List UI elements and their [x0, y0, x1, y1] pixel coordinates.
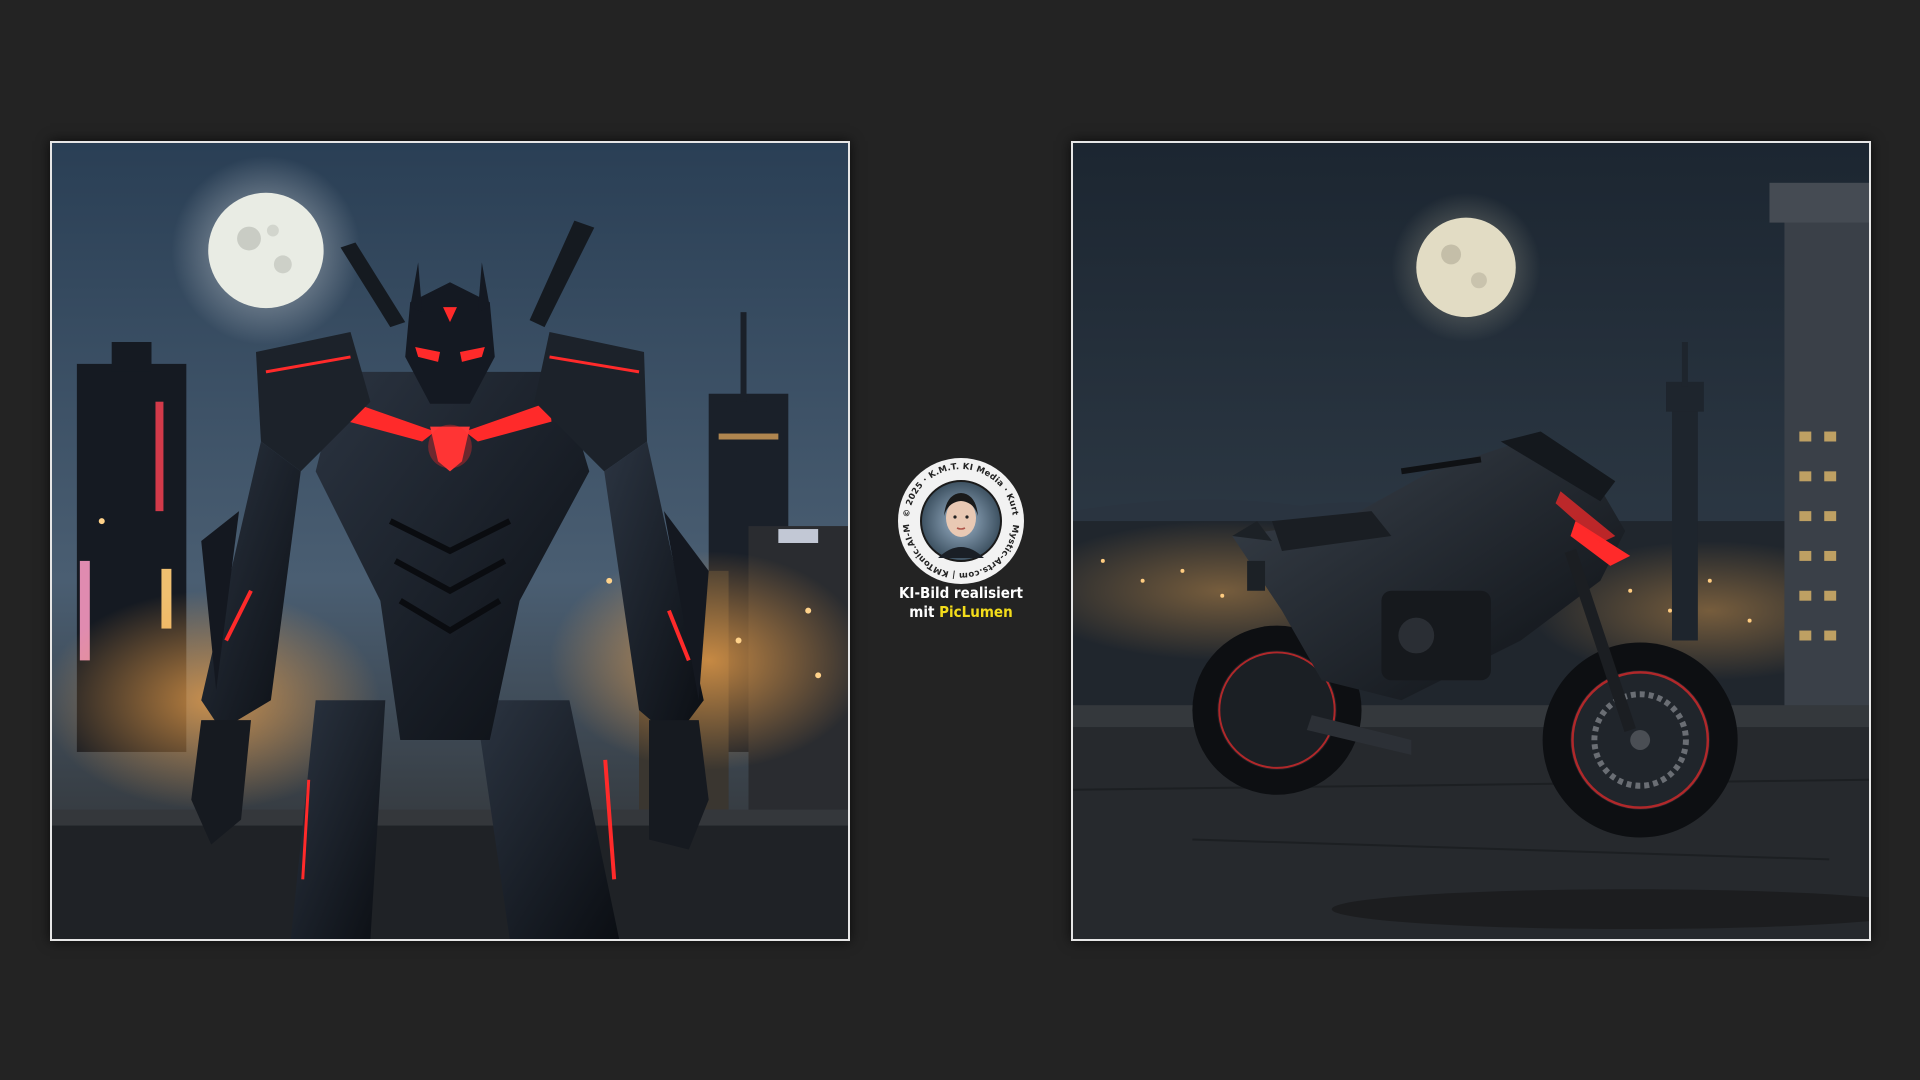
left-image [50, 141, 850, 941]
rooftop [52, 819, 848, 939]
building [1784, 202, 1869, 721]
watermark-badge: © 2025 · K.M.T. KI Media · Kurt M. TRISC… [896, 456, 1026, 586]
moon-disc [1416, 217, 1516, 318]
watermark-caption: KI-Bild realisiert mit PicLumen [880, 584, 1042, 622]
caption-line2: mit PicLumen [880, 603, 1042, 622]
right-image [1071, 141, 1871, 941]
caption-brand: PicLumen [939, 603, 1013, 621]
moon-disc [208, 192, 324, 309]
watermark-seal: © 2025 · K.M.T. KI Media · Kurt M. TRISC… [896, 456, 1024, 584]
tower [1671, 401, 1698, 641]
motorcycle-scene [1073, 143, 1869, 939]
caption-line1: KI-Bild realisiert [898, 584, 1024, 602]
caption-prefix: mit [909, 603, 940, 621]
robot-scene [52, 143, 848, 939]
